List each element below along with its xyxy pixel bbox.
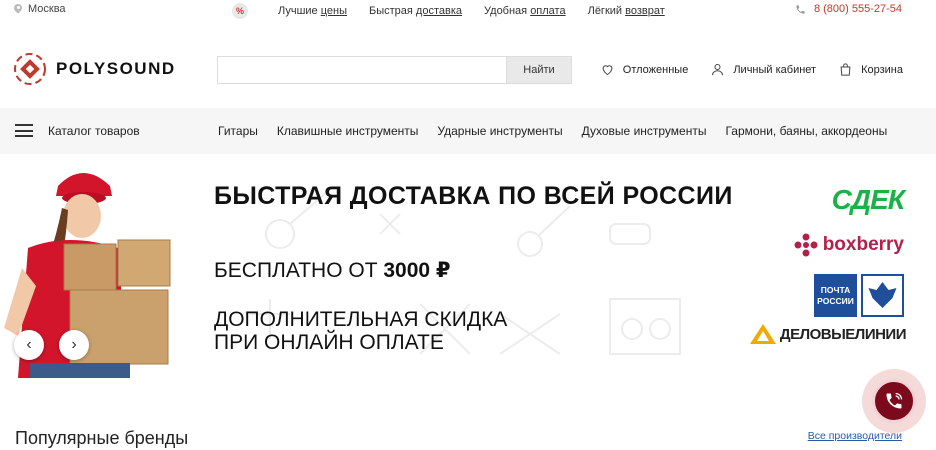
dl-triangle-icon <box>749 324 776 344</box>
banner-headline: БЫСТРАЯ ДОСТАВКА ПО ВСЕЙ РОССИИ <box>214 182 733 210</box>
perk-delivery-link[interactable]: доставка <box>416 5 462 17</box>
cart-link[interactable]: Корзина <box>838 62 903 77</box>
cart-icon <box>840 63 851 76</box>
nav-item-winds[interactable]: Духовые инструменты <box>582 124 707 138</box>
callback-button[interactable] <box>862 369 926 433</box>
user-icon <box>712 64 724 76</box>
search-input[interactable] <box>217 56 507 84</box>
catalog-link[interactable]: Каталог товаров <box>48 124 140 138</box>
perk-return: Лёгкий возврат <box>587 5 665 17</box>
menu-icon[interactable] <box>15 124 33 137</box>
perk-payment-link[interactable]: оплата <box>530 5 565 17</box>
main-nav: Каталог товаров Гитары Клавишные инструм… <box>0 108 936 154</box>
location-pin-icon <box>14 4 22 15</box>
pochta-logo: ПОЧТА РОССИИ <box>814 274 904 317</box>
phone-number: 8 (800) 555-27-54 <box>813 3 902 15</box>
perk-prices: Лучшие цены <box>278 5 347 17</box>
pochta-eagle-icon <box>861 274 904 317</box>
nav-item-drums[interactable]: Ударные инструменты <box>437 124 562 138</box>
cdek-logo: СДЕК <box>831 184 905 215</box>
perk-return-link[interactable]: возврат <box>625 5 665 17</box>
wishlist-label: Отложенные <box>622 63 689 76</box>
phone-link[interactable]: 8 (800) 555-27-54 <box>795 3 902 15</box>
search-button[interactable]: Найти <box>506 56 572 84</box>
heart-icon <box>602 65 613 76</box>
account-link[interactable]: Личный кабинет <box>710 62 816 77</box>
logo-text: POLYSOUND <box>56 59 176 78</box>
banner-discount: ДОПОЛНИТЕЛЬНАЯ СКИДКА ПРИ ОНЛАЙН ОПЛАТЕ <box>214 308 508 354</box>
city-label: Москва <box>28 3 66 15</box>
header-links: Отложенные Личный кабинет Корзина <box>600 62 903 77</box>
logo-mark-icon <box>14 53 46 85</box>
chevron-left-icon[interactable]: ‹ <box>14 330 44 360</box>
account-label: Личный кабинет <box>733 63 817 76</box>
logo[interactable]: POLYSOUND <box>14 53 176 85</box>
free-shipping-amount: 3000 ₽ <box>383 259 451 282</box>
cart-label: Корзина <box>861 63 903 76</box>
banner-free-shipping: БЕСПЛАТНО ОТ 3000 ₽ <box>214 259 451 282</box>
popular-brands-title: Популярные бренды <box>15 428 189 448</box>
city-selector[interactable]: Москва <box>14 3 66 15</box>
wishlist-link[interactable]: Отложенные <box>600 62 689 77</box>
perk-prices-link[interactable]: цены <box>321 5 347 17</box>
site-header: POLYSOUND Найти Отложенные Личный кабине… <box>0 32 936 108</box>
perk-payment: Удобная оплата <box>484 5 566 17</box>
nav-item-guitars[interactable]: Гитары <box>218 124 258 138</box>
promo-banner[interactable]: ‹ › БЫСТРАЯ ДОСТАВКА ПО ВСЕЙ РОССИИ БЕСП… <box>0 154 936 378</box>
perks-bar: % Лучшие цены Быстрая доставка Удобная о… <box>232 3 665 19</box>
boxberry-berry-icon <box>794 233 818 257</box>
perk-delivery: Быстрая доставка <box>369 5 463 17</box>
boxberry-logo: boxberry <box>793 232 904 258</box>
chevron-right-icon[interactable]: › <box>59 330 89 360</box>
phone-icon <box>796 4 805 14</box>
delovye-linii-logo: ДЕЛОВЫЕЛИНИИ <box>749 324 907 344</box>
nav-item-accordions[interactable]: Гармони, баяны, аккордеоны <box>725 124 887 138</box>
nav-item-keyboards[interactable]: Клавишные инструменты <box>277 124 419 138</box>
percent-icon: % <box>232 3 248 19</box>
phone-call-icon <box>886 392 903 409</box>
nav-items: Гитары Клавишные инструменты Ударные инс… <box>218 124 887 138</box>
top-bar: Москва % Лучшие цены Быстрая доставка Уд… <box>0 0 936 22</box>
